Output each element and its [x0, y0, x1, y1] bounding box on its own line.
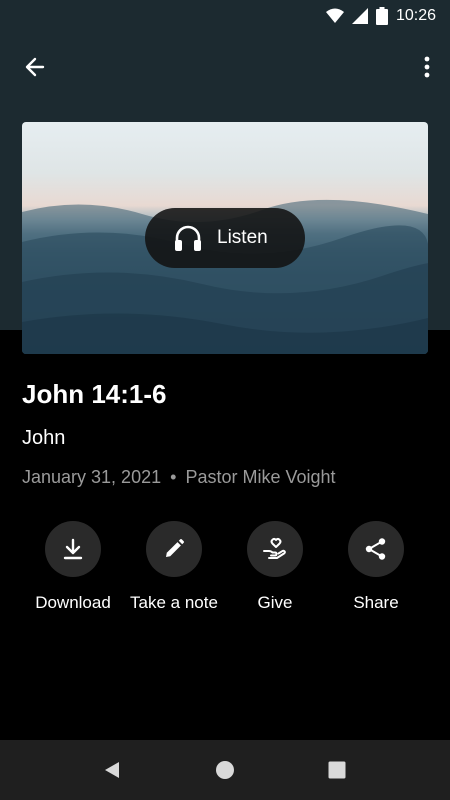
share-circle [348, 521, 404, 577]
status-time: 10:26 [395, 7, 436, 24]
take-note-circle [146, 521, 202, 577]
nav-home-icon [216, 761, 234, 779]
download-circle [45, 521, 101, 577]
battery-icon [375, 7, 388, 25]
nav-home-button[interactable] [213, 758, 237, 782]
take-note-label: Take a note [130, 593, 218, 612]
heart-hand-icon [263, 537, 286, 559]
sermon-speaker: Pastor Mike Voight [185, 467, 336, 487]
listen-label: Listen [217, 227, 268, 248]
download-icon [63, 538, 83, 560]
share-button[interactable]: Share [321, 521, 431, 613]
wifi-icon [325, 8, 344, 23]
download-button[interactable]: Download [18, 521, 128, 613]
take-note-button[interactable]: Take a note [119, 521, 229, 613]
nav-recents-icon [328, 761, 346, 779]
nav-back-button[interactable] [100, 758, 124, 782]
nav-back-icon [105, 762, 119, 778]
nav-recents-button[interactable] [325, 758, 349, 782]
download-label: Download [35, 593, 111, 612]
app-bar [0, 40, 450, 92]
give-label: Give [257, 593, 293, 612]
system-navigation-bar [0, 740, 450, 800]
more-options-button[interactable] [414, 48, 440, 86]
status-bar: 10:26 [0, 0, 450, 32]
arrow-left-icon [25, 57, 45, 77]
pencil-icon [166, 538, 185, 557]
sermon-title: John 14:1-6 [22, 379, 167, 409]
share-label: Share [353, 593, 399, 612]
listen-button[interactable]: Listen [145, 208, 305, 268]
more-vert-icon [424, 56, 430, 78]
sermon-series: John [22, 427, 66, 449]
headphones-icon [175, 225, 201, 251]
give-circle [247, 521, 303, 577]
give-button[interactable]: Give [220, 521, 330, 613]
meta-separator: • [170, 467, 177, 487]
sermon-meta: January 31, 2021 • Pastor Mike Voight [22, 467, 336, 488]
signal-icon [351, 8, 368, 24]
sermon-date: January 31, 2021 [22, 467, 162, 487]
back-button[interactable] [16, 48, 54, 86]
share-icon [365, 538, 386, 560]
